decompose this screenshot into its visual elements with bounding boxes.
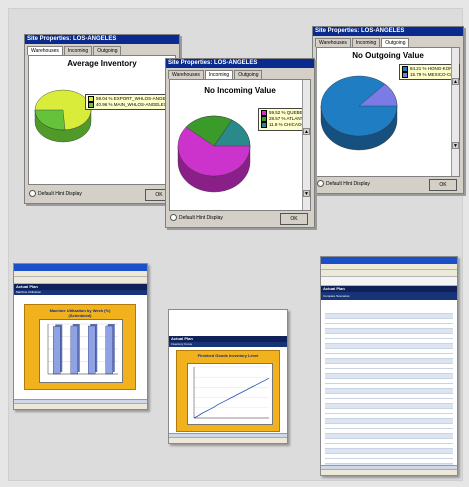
status-bar (169, 437, 287, 443)
legend-swatch (402, 66, 408, 72)
ok-button[interactable]: OK (280, 213, 308, 225)
scroll-down-arrow-icon[interactable]: ▼ (452, 142, 459, 149)
scroll-up-arrow-icon[interactable]: ▲ (452, 78, 459, 85)
window-footer: Default Hint Display OK (317, 179, 459, 191)
chart-plot (187, 363, 273, 425)
pie-chart (177, 115, 251, 193)
legend-swatch (88, 102, 94, 109)
browser-thumbnail-report: Actual Plan Compare Scenarios (320, 256, 458, 476)
bar (105, 325, 113, 375)
browser-address-bar (321, 270, 457, 277)
chart-frame: Machine Utilization by Week (%) (Schedul… (24, 304, 136, 390)
legend-label: 59.52 % QUEBEC (269, 110, 306, 116)
status-bar (321, 469, 457, 475)
legend-item: 11.9 % CHICAGO (261, 122, 306, 129)
browser-title-bar (321, 257, 457, 264)
chart-legend: 59.04 % EXPORT_WHLOS-ANGELES 40.96 % MAI… (85, 94, 177, 111)
window-footer: Default Hint Display OK (170, 213, 310, 225)
scroll-up-arrow-icon[interactable]: ▲ (303, 128, 310, 135)
bar-chart (47, 323, 118, 375)
default-hint-radio[interactable] (29, 190, 36, 198)
scroll-down-arrow-icon[interactable]: ▼ (303, 190, 310, 197)
legend-label: 28.57 % ATLANTA (269, 116, 307, 122)
browser-thumbnail-line-chart: Actual Plan Inventory Curve Finished Goo… (168, 309, 288, 444)
tab-warehouses[interactable]: Warehouses (168, 70, 204, 79)
chart-title: No Outgoing Value (352, 51, 424, 60)
window-title: Site Properties: LOS-ANGELES (313, 27, 463, 36)
chart-area: No Outgoing Value 84.21 % HONG-KONG 15.7… (316, 47, 461, 177)
legend-item: 40.96 % MAIN_WHLOS-ANGELES (88, 102, 174, 109)
site-properties-window-outgoing: Site Properties: LOS-ANGELES Warehouses … (312, 26, 464, 194)
default-hint-label: Default Hint Display (326, 181, 370, 187)
site-properties-window-incoming: Site Properties: LOS-ANGELES Warehouses … (165, 58, 315, 228)
tab-warehouses[interactable]: Warehouses (27, 46, 63, 55)
chart-title: No Incoming Value (204, 86, 276, 95)
default-hint-radio[interactable] (317, 180, 324, 188)
browser-title-bar (14, 264, 147, 271)
tab-incoming[interactable]: Incoming (63, 46, 93, 55)
tab-incoming[interactable]: Incoming (351, 38, 381, 47)
tab-incoming[interactable]: Incoming (204, 70, 234, 79)
legend-swatch (261, 116, 267, 123)
report-table (325, 309, 453, 474)
tab-bar: Warehouses Incoming Outgoing (166, 68, 314, 79)
chart-area: No Incoming Value 59.52 % QUEBEC 28.57 %… (169, 79, 311, 211)
chart-plot (39, 319, 123, 383)
bar (70, 325, 78, 375)
browser-address-bar (14, 277, 147, 284)
legend-label: 11.9 % CHICAGO (269, 122, 305, 128)
pie-chart (320, 75, 398, 151)
window-title: Site Properties: LOS-ANGELES (166, 59, 314, 68)
legend-swatch (261, 122, 267, 129)
chart-title: Finished Goods Inventory Level (197, 353, 259, 358)
line-chart (193, 366, 270, 419)
default-hint-radio[interactable] (170, 214, 177, 222)
bar (88, 325, 96, 375)
tab-outgoing[interactable]: Outgoing (234, 70, 263, 79)
legend-swatch (402, 72, 408, 79)
window-footer: Default Hint Display OK (29, 189, 175, 201)
ok-button[interactable]: OK (429, 179, 457, 191)
vertical-scrollbar[interactable]: ▲ ▼ (451, 48, 459, 176)
default-hint-label: Default Hint Display (179, 215, 223, 221)
legend-swatch (88, 96, 94, 102)
bar (53, 326, 61, 375)
chart-title: Average Inventory (67, 59, 137, 68)
tab-outgoing[interactable]: Outgoing (93, 46, 122, 55)
legend-label: 40.96 % MAIN_WHLOS-ANGELES (96, 102, 167, 108)
browser-links-bar (321, 277, 457, 286)
vertical-scrollbar[interactable]: ▲ ▼ (302, 80, 310, 210)
legend-label: 84.21 % HONG-KONG (410, 66, 457, 72)
report-subheader: Compare Scenarios (321, 292, 457, 300)
series-line (193, 377, 270, 419)
report-subheader: Inventory Curve (169, 342, 287, 347)
legend-item: 15.79 % MEXICO-CITY (402, 72, 457, 79)
status-bar (14, 403, 147, 409)
chart-frame: Finished Goods Inventory Level (176, 350, 280, 432)
tab-bar: Warehouses Incoming Outgoing (313, 36, 463, 47)
browser-thumbnail-bar-chart: Actual Plan Machine Utilization Machine … (13, 263, 148, 410)
chart-area: Average Inventory 59.04 % EXPORT_WHLOS-A… (28, 55, 177, 185)
tab-warehouses[interactable]: Warehouses (315, 38, 351, 47)
chart-title: Machine Utilization by Week (%) (Schedul… (49, 308, 111, 318)
tab-bar: Warehouses Incoming Outgoing (25, 44, 179, 55)
report-subheader: Machine Utilization (14, 290, 147, 295)
window-title: Site Properties: LOS-ANGELES (25, 35, 179, 44)
default-hint-label: Default Hint Display (38, 191, 82, 197)
pie-chart (34, 89, 92, 143)
site-properties-window-inventory: Site Properties: LOS-ANGELES Warehouses … (24, 34, 180, 204)
legend-swatch (261, 110, 267, 116)
legend-label: 59.04 % EXPORT_WHLOS-ANGELES (96, 96, 174, 102)
tab-outgoing[interactable]: Outgoing (381, 38, 410, 47)
